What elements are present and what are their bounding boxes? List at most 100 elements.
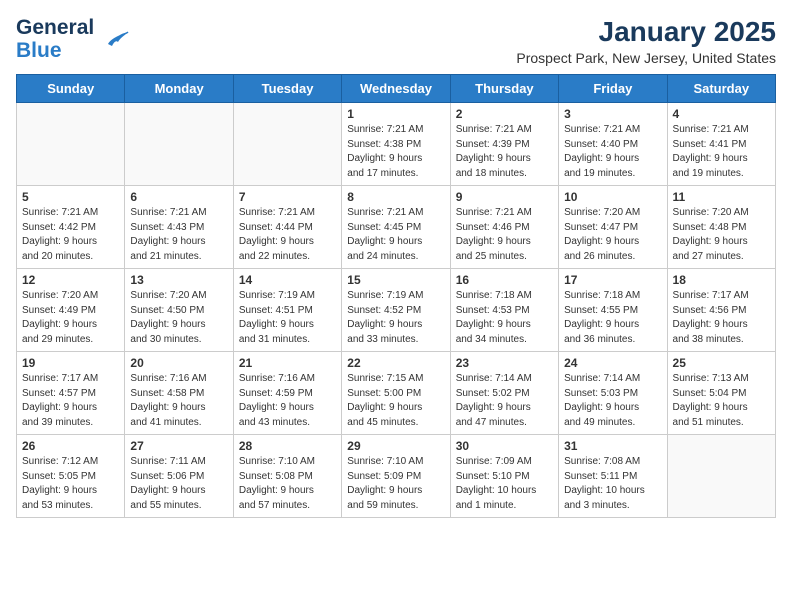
day-number: 6 bbox=[130, 190, 227, 204]
day-detail: Sunrise: 7:19 AM Sunset: 4:51 PM Dayligh… bbox=[239, 289, 336, 347]
logo-bird-icon bbox=[100, 22, 132, 59]
day-number: 7 bbox=[239, 190, 336, 204]
day-detail: Sunrise: 7:21 AM Sunset: 4:39 PM Dayligh… bbox=[456, 123, 553, 181]
day-detail: Sunrise: 7:15 AM Sunset: 5:00 PM Dayligh… bbox=[347, 372, 444, 430]
day-detail: Sunrise: 7:10 AM Sunset: 5:08 PM Dayligh… bbox=[239, 455, 336, 513]
title-section: January 2025 Prospect Park, New Jersey, … bbox=[516, 16, 776, 66]
day-detail: Sunrise: 7:20 AM Sunset: 4:49 PM Dayligh… bbox=[22, 289, 119, 347]
calendar-week-row: 12 Sunrise: 7:20 AM Sunset: 4:49 PM Dayli… bbox=[17, 269, 776, 352]
day-detail: Sunrise: 7:10 AM Sunset: 5:09 PM Dayligh… bbox=[347, 455, 444, 513]
day-number: 12 bbox=[22, 273, 119, 287]
day-number: 27 bbox=[130, 439, 227, 453]
weekday-header: Thursday bbox=[450, 75, 558, 103]
day-number: 26 bbox=[22, 439, 119, 453]
day-number: 11 bbox=[673, 190, 770, 204]
day-detail: Sunrise: 7:20 AM Sunset: 4:50 PM Dayligh… bbox=[130, 289, 227, 347]
day-detail: Sunrise: 7:17 AM Sunset: 4:56 PM Dayligh… bbox=[673, 289, 770, 347]
day-number: 10 bbox=[564, 190, 661, 204]
weekday-header: Monday bbox=[125, 75, 233, 103]
calendar-cell bbox=[125, 103, 233, 186]
calendar-cell: 3Sunrise: 7:21 AM Sunset: 4:40 PM Daylig… bbox=[559, 103, 667, 186]
day-detail: Sunrise: 7:12 AM Sunset: 5:05 PM Dayligh… bbox=[22, 455, 119, 513]
day-detail: Sunrise: 7:21 AM Sunset: 4:43 PM Dayligh… bbox=[130, 206, 227, 264]
day-detail: Sunrise: 7:16 AM Sunset: 4:59 PM Dayligh… bbox=[239, 372, 336, 430]
calendar-cell bbox=[17, 103, 125, 186]
calendar-cell: 11Sunrise: 7:20 AM Sunset: 4:48 PM Dayli… bbox=[667, 186, 775, 269]
calendar-cell: 26 Sunrise: 7:12 AM Sunset: 5:05 PM Dayli… bbox=[17, 435, 125, 518]
day-detail: Sunrise: 7:16 AM Sunset: 4:58 PM Dayligh… bbox=[130, 372, 227, 430]
day-number: 14 bbox=[239, 273, 336, 287]
day-number: 1 bbox=[347, 107, 444, 121]
weekday-header: Friday bbox=[559, 75, 667, 103]
day-detail: Sunrise: 7:11 AM Sunset: 5:06 PM Dayligh… bbox=[130, 455, 227, 513]
calendar-cell: 19 Sunrise: 7:17 AM Sunset: 4:57 PM Dayli… bbox=[17, 352, 125, 435]
calendar-cell: 9 Sunrise: 7:21 AM Sunset: 4:46 PM Daylig… bbox=[450, 186, 558, 269]
day-detail: Sunrise: 7:14 AM Sunset: 5:03 PM Dayligh… bbox=[564, 372, 661, 430]
day-number: 22 bbox=[347, 356, 444, 370]
calendar-table: SundayMondayTuesdayWednesdayThursdayFrid… bbox=[16, 74, 776, 518]
day-detail: Sunrise: 7:13 AM Sunset: 5:04 PM Dayligh… bbox=[673, 372, 770, 430]
calendar-cell: 12 Sunrise: 7:20 AM Sunset: 4:49 PM Dayli… bbox=[17, 269, 125, 352]
calendar-cell: 22 Sunrise: 7:15 AM Sunset: 5:00 PM Dayli… bbox=[342, 352, 450, 435]
calendar-cell: 23 Sunrise: 7:14 AM Sunset: 5:02 PM Dayli… bbox=[450, 352, 558, 435]
day-number: 31 bbox=[564, 439, 661, 453]
day-detail: Sunrise: 7:21 AM Sunset: 4:40 PM Dayligh… bbox=[564, 123, 661, 181]
day-number: 16 bbox=[456, 273, 553, 287]
day-detail: Sunrise: 7:18 AM Sunset: 4:55 PM Dayligh… bbox=[564, 289, 661, 347]
weekday-header: Wednesday bbox=[342, 75, 450, 103]
calendar-cell: 1Sunrise: 7:21 AM Sunset: 4:38 PM Daylig… bbox=[342, 103, 450, 186]
day-number: 2 bbox=[456, 107, 553, 121]
day-number: 5 bbox=[22, 190, 119, 204]
calendar-cell: 29Sunrise: 7:10 AM Sunset: 5:09 PM Dayli… bbox=[342, 435, 450, 518]
logo-blue: Blue bbox=[16, 39, 94, 62]
calendar-week-row: 19 Sunrise: 7:17 AM Sunset: 4:57 PM Dayli… bbox=[17, 352, 776, 435]
logo: General Blue bbox=[16, 16, 132, 62]
day-detail: Sunrise: 7:21 AM Sunset: 4:45 PM Dayligh… bbox=[347, 206, 444, 264]
calendar-cell: 27 Sunrise: 7:11 AM Sunset: 5:06 PM Dayli… bbox=[125, 435, 233, 518]
calendar-cell: 31 Sunrise: 7:08 AM Sunset: 5:11 PM Dayli… bbox=[559, 435, 667, 518]
day-detail: Sunrise: 7:21 AM Sunset: 4:46 PM Dayligh… bbox=[456, 206, 553, 264]
day-number: 19 bbox=[22, 356, 119, 370]
day-detail: Sunrise: 7:21 AM Sunset: 4:41 PM Dayligh… bbox=[673, 123, 770, 181]
calendar-cell: 6 Sunrise: 7:21 AM Sunset: 4:43 PM Daylig… bbox=[125, 186, 233, 269]
day-detail: Sunrise: 7:21 AM Sunset: 4:44 PM Dayligh… bbox=[239, 206, 336, 264]
day-detail: Sunrise: 7:21 AM Sunset: 4:42 PM Dayligh… bbox=[22, 206, 119, 264]
calendar-week-row: 5 Sunrise: 7:21 AM Sunset: 4:42 PM Daylig… bbox=[17, 186, 776, 269]
day-detail: Sunrise: 7:09 AM Sunset: 5:10 PM Dayligh… bbox=[456, 455, 553, 513]
day-number: 24 bbox=[564, 356, 661, 370]
day-number: 23 bbox=[456, 356, 553, 370]
calendar-cell bbox=[233, 103, 341, 186]
subtitle: Prospect Park, New Jersey, United States bbox=[516, 50, 776, 66]
calendar-cell: 25 Sunrise: 7:13 AM Sunset: 5:04 PM Dayli… bbox=[667, 352, 775, 435]
calendar-week-row: 26 Sunrise: 7:12 AM Sunset: 5:05 PM Dayli… bbox=[17, 435, 776, 518]
day-number: 30 bbox=[456, 439, 553, 453]
day-detail: Sunrise: 7:17 AM Sunset: 4:57 PM Dayligh… bbox=[22, 372, 119, 430]
day-number: 28 bbox=[239, 439, 336, 453]
weekday-header: Tuesday bbox=[233, 75, 341, 103]
day-detail: Sunrise: 7:20 AM Sunset: 4:47 PM Dayligh… bbox=[564, 206, 661, 264]
weekday-header: Saturday bbox=[667, 75, 775, 103]
calendar-cell: 7 Sunrise: 7:21 AM Sunset: 4:44 PM Daylig… bbox=[233, 186, 341, 269]
calendar-cell: 21 Sunrise: 7:16 AM Sunset: 4:59 PM Dayli… bbox=[233, 352, 341, 435]
calendar-cell: 18 Sunrise: 7:17 AM Sunset: 4:56 PM Dayli… bbox=[667, 269, 775, 352]
day-detail: Sunrise: 7:08 AM Sunset: 5:11 PM Dayligh… bbox=[564, 455, 661, 513]
day-number: 21 bbox=[239, 356, 336, 370]
day-number: 8 bbox=[347, 190, 444, 204]
day-detail: Sunrise: 7:14 AM Sunset: 5:02 PM Dayligh… bbox=[456, 372, 553, 430]
calendar-cell: 10 Sunrise: 7:20 AM Sunset: 4:47 PM Dayli… bbox=[559, 186, 667, 269]
calendar-cell: 15Sunrise: 7:19 AM Sunset: 4:52 PM Dayli… bbox=[342, 269, 450, 352]
day-detail: Sunrise: 7:19 AM Sunset: 4:52 PM Dayligh… bbox=[347, 289, 444, 347]
day-number: 25 bbox=[673, 356, 770, 370]
day-detail: Sunrise: 7:18 AM Sunset: 4:53 PM Dayligh… bbox=[456, 289, 553, 347]
calendar-cell: 20 Sunrise: 7:16 AM Sunset: 4:58 PM Dayli… bbox=[125, 352, 233, 435]
logo-general: General bbox=[16, 16, 94, 39]
weekday-header: Sunday bbox=[17, 75, 125, 103]
day-number: 20 bbox=[130, 356, 227, 370]
calendar-cell: 2 Sunrise: 7:21 AM Sunset: 4:39 PM Daylig… bbox=[450, 103, 558, 186]
weekday-header-row: SundayMondayTuesdayWednesdayThursdayFrid… bbox=[17, 75, 776, 103]
calendar-cell: 8 Sunrise: 7:21 AM Sunset: 4:45 PM Daylig… bbox=[342, 186, 450, 269]
day-number: 18 bbox=[673, 273, 770, 287]
calendar-cell bbox=[667, 435, 775, 518]
day-number: 9 bbox=[456, 190, 553, 204]
calendar-week-row: 1Sunrise: 7:21 AM Sunset: 4:38 PM Daylig… bbox=[17, 103, 776, 186]
